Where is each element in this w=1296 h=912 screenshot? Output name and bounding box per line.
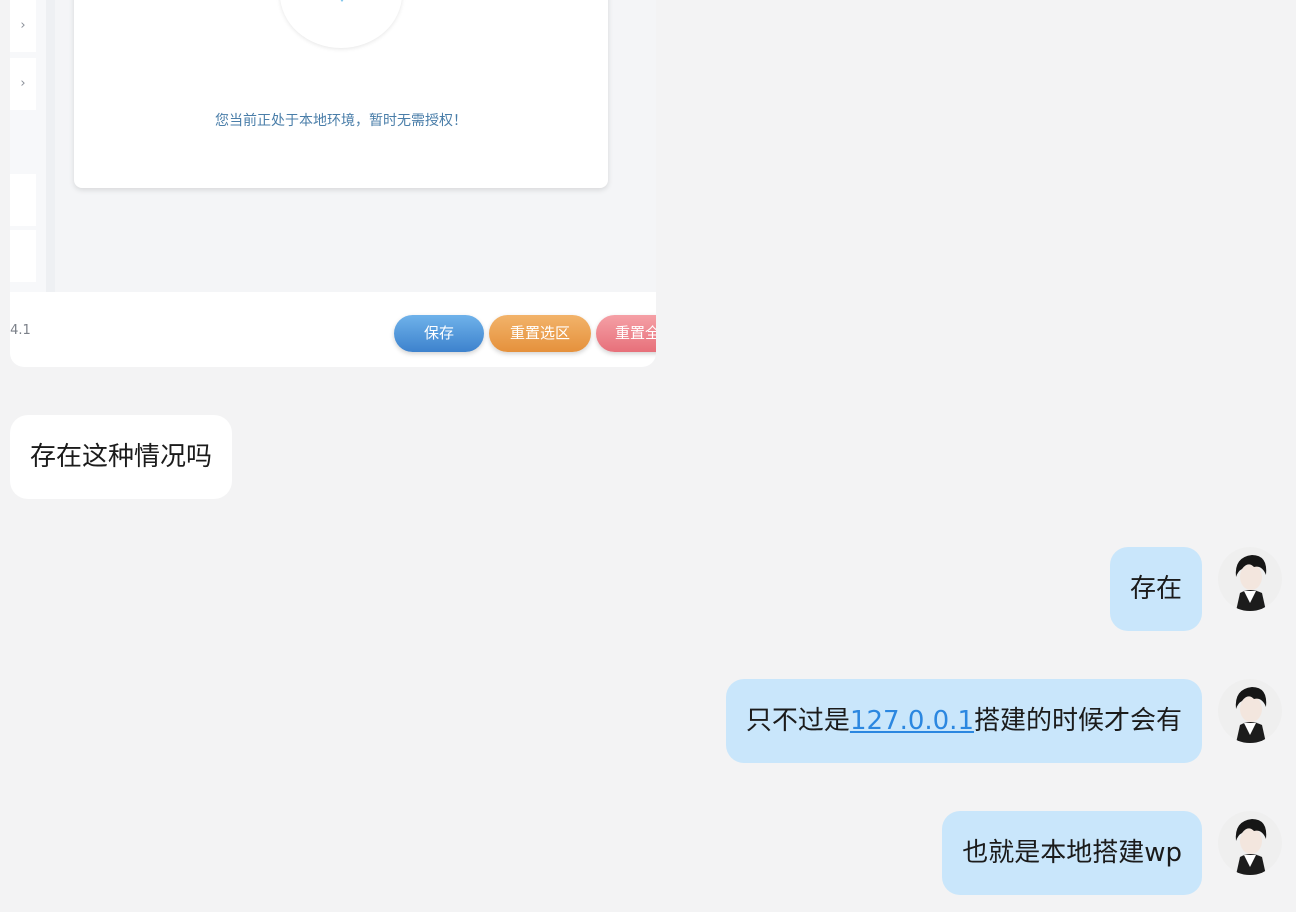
license-message: 您当前正处于本地环境，暂时无需授权！	[215, 113, 467, 129]
chevron-right-icon: ›	[10, 58, 36, 110]
license-card: 您当前正处于本地环境，暂时无需授权！	[74, 0, 608, 188]
diamond-icon	[340, 0, 344, 2]
outgoing-message[interactable]: 只不过是127.0.0.1搭建的时候才会有	[725, 679, 1202, 763]
chevron-right-icon: ›	[10, 0, 36, 52]
avatar[interactable]	[1218, 547, 1282, 611]
avatar[interactable]	[1218, 811, 1282, 875]
outgoing-message[interactable]: 存在	[1109, 547, 1202, 631]
reset-all-button: 重置全	[596, 315, 656, 352]
version-label: .4.1	[10, 323, 31, 338]
message-text: 存在这种情况吗	[30, 442, 213, 472]
screenshot-footer: .4.1 保存 重置选区 重置全	[10, 292, 656, 367]
divider	[46, 0, 55, 292]
reset-selection-button: 重置选区	[489, 315, 591, 352]
sidebar-tab	[10, 174, 36, 226]
save-button: 保存	[394, 315, 484, 352]
message-text: 存在	[1129, 574, 1182, 604]
outgoing-message[interactable]: 也就是本地搭建wp	[942, 811, 1202, 895]
user-avatar-icon	[1218, 679, 1282, 743]
image-message[interactable]: › › 您当前正处于本地环境，暂时无需授权！ .4.1 保存 重置选区 重置全	[10, 0, 656, 367]
screenshot-sidebar: › ›	[10, 0, 46, 292]
gem-badge	[280, 0, 402, 48]
user-avatar-icon	[1218, 811, 1282, 875]
sidebar-tab	[10, 230, 36, 282]
message-text: 只不过是	[745, 706, 850, 736]
message-text: 也就是本地搭建wp	[962, 838, 1182, 868]
incoming-message[interactable]: 存在这种情况吗	[10, 415, 233, 499]
user-avatar-icon	[1218, 547, 1282, 611]
message-text: 搭建的时候才会有	[973, 706, 1182, 736]
ip-link[interactable]: 127.0.0.1	[850, 706, 974, 736]
avatar[interactable]	[1218, 679, 1282, 743]
